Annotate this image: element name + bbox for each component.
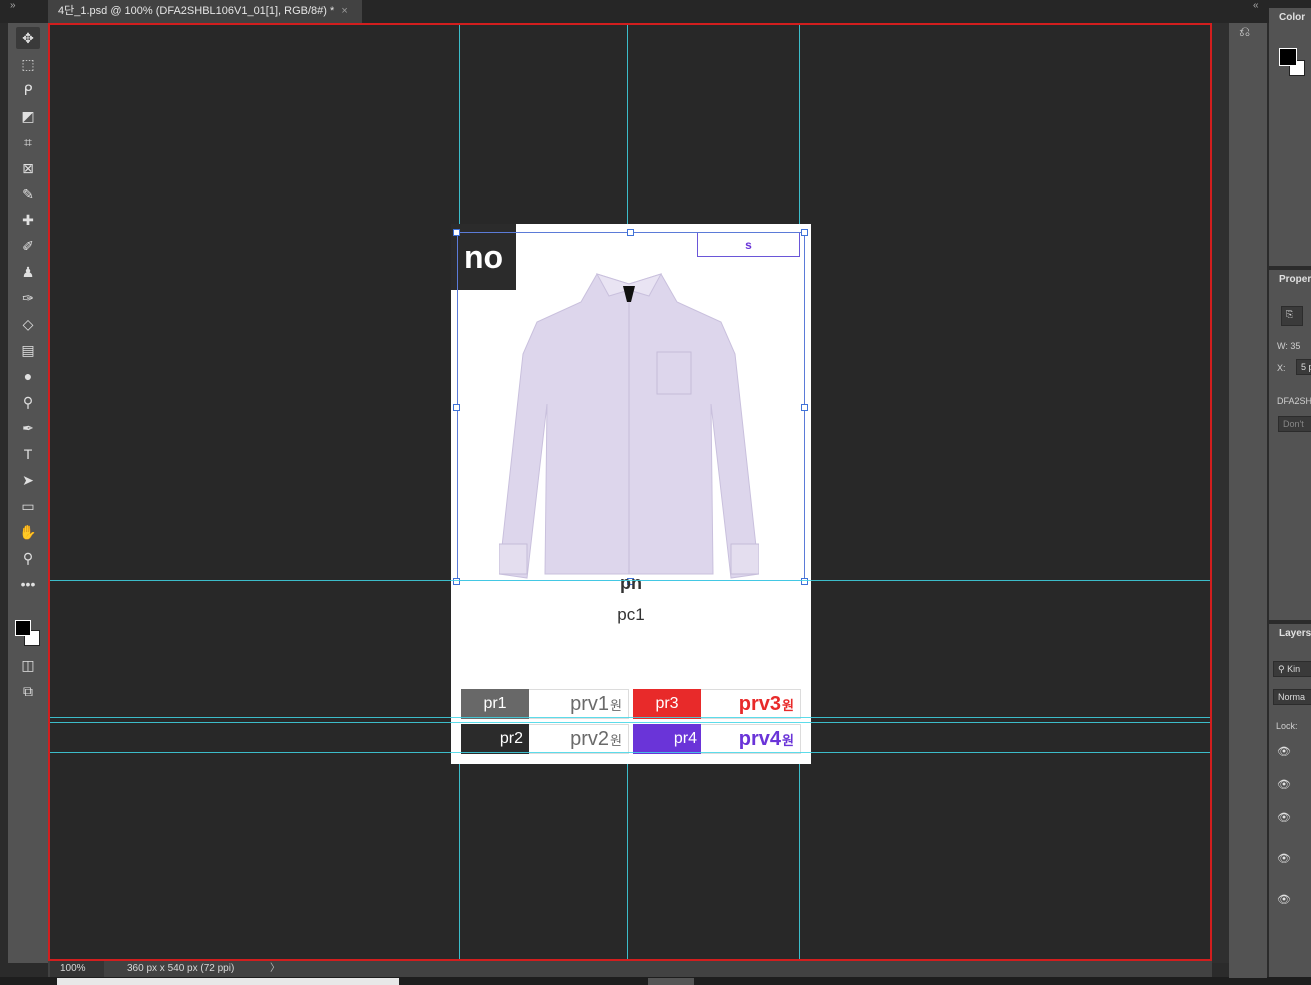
history-brush-icon[interactable]: ✑ (16, 287, 40, 309)
transform-handle[interactable] (627, 229, 634, 236)
transform-handle[interactable] (801, 404, 808, 411)
price-cell-pr3: pr3 prv3 원 (633, 689, 801, 719)
price-label: pr2 (461, 724, 529, 754)
layers-filter-field[interactable]: ⚲ Kin (1273, 661, 1311, 677)
canvas[interactable]: no s pn pc1 pr1 prv1 원 pr3 prv3 원 pr2 pr… (48, 23, 1212, 961)
gradient-icon[interactable]: ▤ (16, 339, 40, 361)
search-icon: ⚲ (1278, 664, 1288, 674)
price-value: prv4 원 (701, 724, 801, 754)
eraser-icon[interactable]: ◇ (16, 313, 40, 335)
object-select-icon[interactable]: ◩ (16, 105, 40, 127)
selection-bounding-box[interactable] (457, 232, 805, 581)
pen-icon[interactable]: ✒ (16, 417, 40, 439)
blur-icon[interactable]: ● (16, 365, 40, 387)
visibility-eye-icon[interactable]: 👁 (1277, 852, 1293, 865)
blend-mode-select[interactable]: Norma (1273, 689, 1311, 705)
status-menu-arrow-icon[interactable]: 〉 (270, 961, 280, 977)
document-tab-bar: » 4단_1.psd @ 100% (DFA2SHBL106V1_01[1], … (0, 0, 1311, 23)
price-value: prv2 원 (529, 724, 629, 754)
path-select-icon[interactable]: ➤ (16, 469, 40, 491)
rectangle-icon[interactable]: ▭ (16, 495, 40, 517)
move-icon[interactable]: ✥ (16, 27, 40, 49)
lasso-icon[interactable]: ᑭ (16, 79, 40, 101)
status-bar: 100% 360 px x 540 px (72 ppi) 〉 (48, 961, 1212, 977)
properties-panel: Proper ⎘ W: 35 X: 5 p DFA2SH Don't (1269, 270, 1311, 620)
crop-icon[interactable]: ⌗ (16, 131, 40, 153)
zoom-level-field[interactable]: 100% (50, 961, 104, 977)
layers-panel-title[interactable]: Layers (1269, 624, 1311, 639)
visibility-eye-icon[interactable]: 👁 (1277, 811, 1293, 824)
quick-mask-icon[interactable]: ◫ (16, 654, 40, 676)
document-info[interactable]: 360 px x 540 px (72 ppi) (127, 961, 234, 977)
prop-dont-button[interactable]: Don't (1278, 416, 1311, 432)
price-cell-pr1: pr1 prv1 원 (461, 689, 629, 719)
close-tab-icon[interactable]: × (341, 5, 347, 17)
prop-layer-name: DFA2SH (1277, 396, 1311, 406)
visibility-eye-icon[interactable]: 👁 (1277, 893, 1293, 906)
visibility-eye-icon[interactable]: 👁 (1277, 778, 1293, 791)
color-swatch[interactable] (1279, 48, 1305, 76)
document-artboard[interactable]: no s pn pc1 pr1 prv1 원 pr3 prv3 원 pr2 pr… (451, 224, 811, 764)
collapsed-panel-strip: ⎌ (1229, 23, 1267, 978)
properties-panel-title[interactable]: Proper (1269, 270, 1311, 285)
guide-horizontal[interactable] (50, 722, 1210, 723)
taskbar-item[interactable] (648, 978, 694, 985)
document-tab-title: 4단_1.psd @ 100% (DFA2SHBL106V1_01[1], RG… (58, 5, 335, 17)
visibility-eye-icon[interactable]: 👁 (1277, 745, 1293, 758)
photoshop-window: » 4단_1.psd @ 100% (DFA2SHBL106V1_01[1], … (0, 0, 1311, 985)
prop-width: W: 35 (1277, 341, 1301, 351)
panel-divider (1212, 23, 1229, 963)
lock-label: Lock: (1276, 721, 1298, 731)
more-tools-icon[interactable]: ••• (16, 573, 40, 595)
dodge-icon[interactable]: ⚲ (16, 391, 40, 413)
price-cell-pr4: pr4 prv4 원 (633, 724, 801, 754)
type-icon[interactable]: T (16, 443, 40, 465)
smart-object-icon[interactable]: ⎘ (1281, 306, 1303, 326)
product-name: pn (620, 573, 642, 593)
foreground-background-swatch[interactable] (12, 618, 44, 648)
product-code: pc1 (617, 605, 645, 624)
price-cell-pr2: pr2 prv2 원 (461, 724, 629, 754)
price-label: pr4 (633, 724, 701, 754)
collapse-toolbar-icon[interactable]: » (10, 0, 16, 11)
history-panel-icon[interactable]: ⎌ (1239, 23, 1259, 41)
transform-handle[interactable] (453, 404, 460, 411)
price-label: pr1 (461, 689, 529, 719)
healing-brush-icon[interactable]: ✚ (16, 209, 40, 231)
color-panel: Color (1269, 8, 1311, 266)
eyedropper-icon[interactable]: ✎ (16, 183, 40, 205)
prop-x-field[interactable]: 5 p (1296, 359, 1311, 375)
zoom-icon[interactable]: ⚲ (16, 547, 40, 569)
document-tab[interactable]: 4단_1.psd @ 100% (DFA2SHBL106V1_01[1], RG… (48, 0, 362, 23)
guide-horizontal[interactable] (50, 580, 1210, 581)
tools-panel: ◫ ⧉ ✥ ⬚ ᑭ ◩ ⌗ ⊠ ✎ ✚ ✐ ♟ ✑ ◇ ▤ ● ⚲ ✒ T ➤ ▭ ✋ ⚲ ••• (8, 23, 48, 963)
transform-handle[interactable] (453, 229, 460, 236)
rect-marquee-icon[interactable]: ⬚ (16, 53, 40, 75)
prop-x-label: X: (1277, 363, 1286, 373)
foreground-color-swatch[interactable] (15, 620, 31, 636)
collapse-panels-icon[interactable]: « (1253, 0, 1259, 11)
taskbar-item[interactable] (57, 978, 399, 985)
guide-horizontal[interactable] (50, 717, 1210, 718)
layers-panel: Layers ⚲ Kin Norma Lock: 👁 👁 👁 👁 👁 (1269, 624, 1311, 977)
brush-icon[interactable]: ✐ (16, 235, 40, 257)
color-panel-title[interactable]: Color (1269, 8, 1311, 23)
price-value: prv3 원 (701, 689, 801, 719)
price-value: prv1 원 (529, 689, 629, 719)
taskbar-strip (0, 977, 1311, 985)
price-label: pr3 (633, 689, 701, 719)
screen-mode-icon[interactable]: ⧉ (16, 680, 40, 702)
hand-icon[interactable]: ✋ (16, 521, 40, 543)
guide-horizontal[interactable] (50, 752, 1210, 753)
transform-handle[interactable] (801, 229, 808, 236)
stamp-icon[interactable]: ♟ (16, 261, 40, 283)
frame-icon[interactable]: ⊠ (16, 157, 40, 179)
